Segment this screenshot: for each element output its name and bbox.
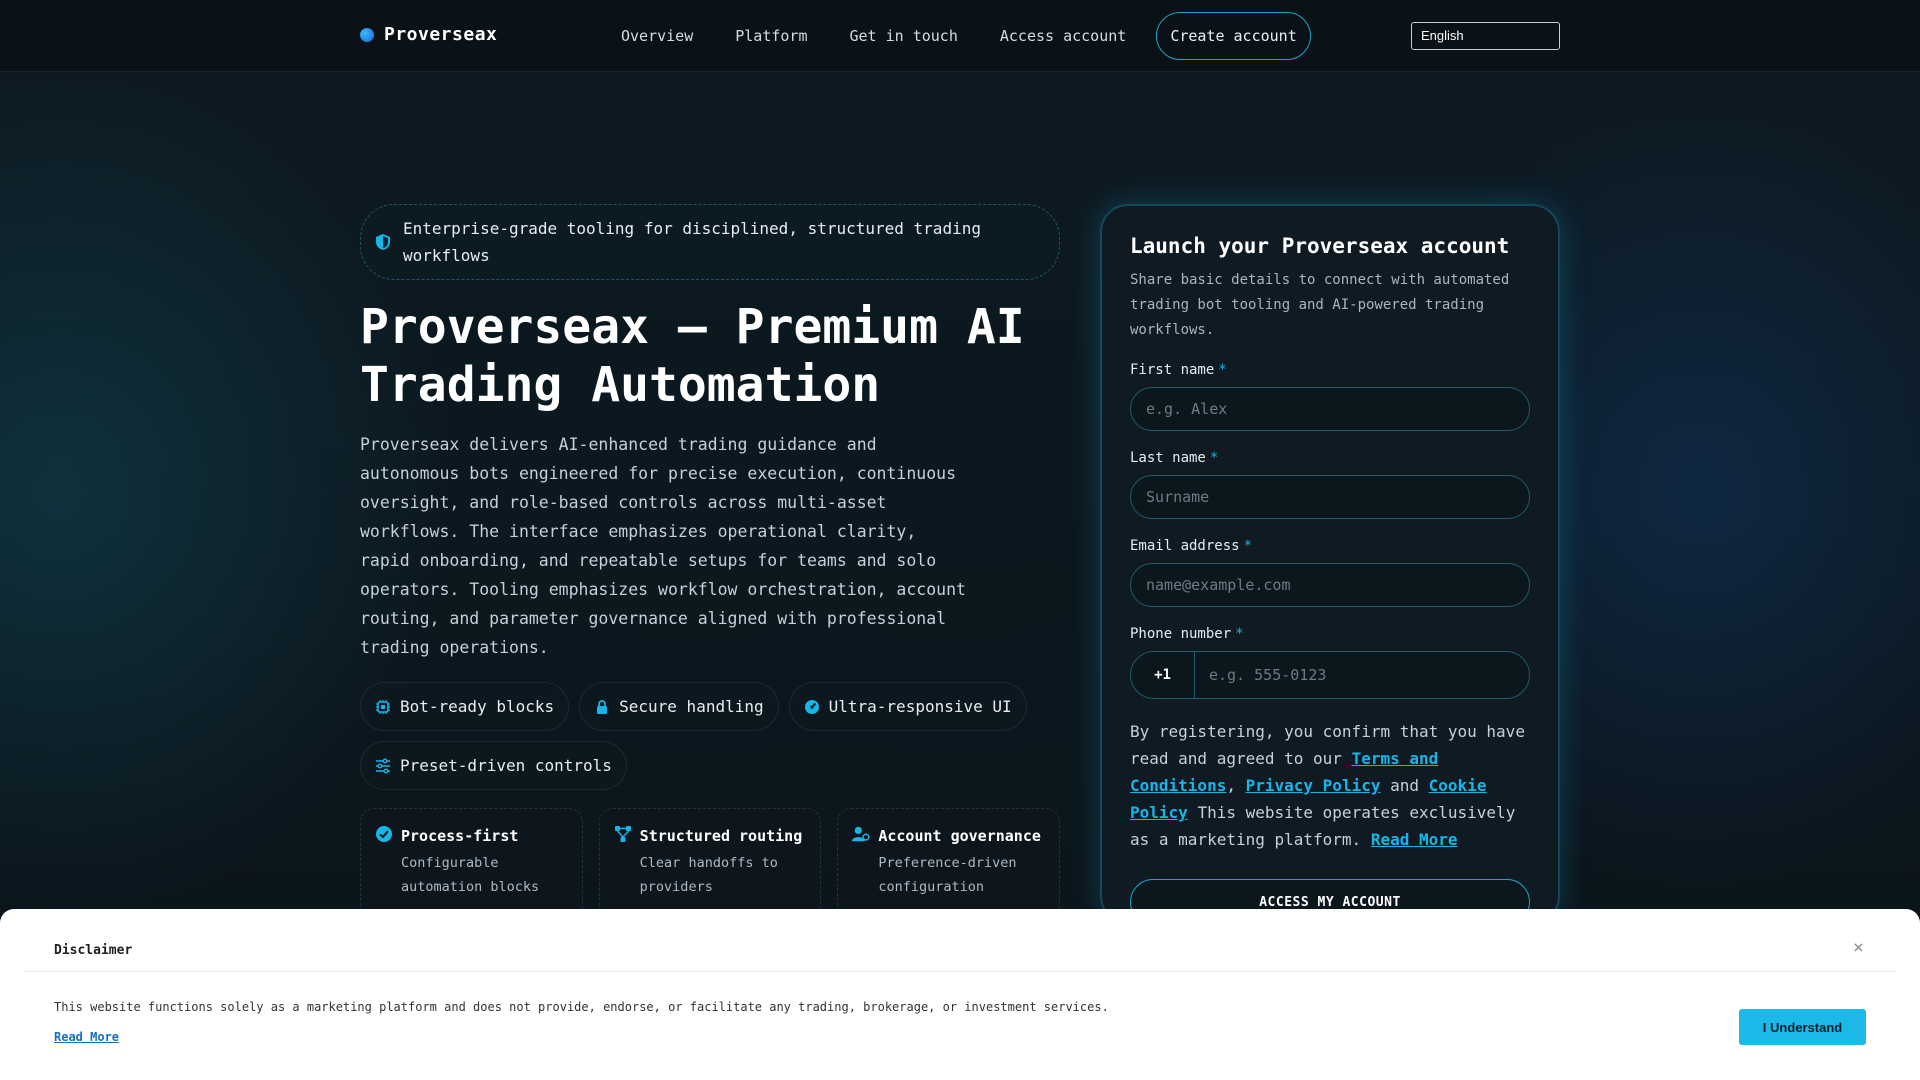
email-input[interactable] <box>1130 563 1530 607</box>
brand-dot-icon <box>360 27 374 42</box>
consent-prefix: By registering, you confirm that you hav… <box>1130 722 1525 768</box>
phone-input[interactable] <box>1195 652 1529 698</box>
feature-chips: Bot-ready blocks Secure handling Ultra-r… <box>360 682 1080 790</box>
disclaimer-read-more-link[interactable]: Read More <box>54 1030 119 1044</box>
consent-separator: , <box>1226 776 1236 795</box>
chip-label: Secure handling <box>619 697 764 716</box>
chip-cpu-icon <box>376 699 390 714</box>
signup-form-card: Launch your Proverseax account Share bas… <box>1100 204 1560 925</box>
field-label-text: Email address <box>1130 538 1240 554</box>
shield-icon <box>376 234 390 250</box>
chip-label: Ultra-responsive UI <box>828 697 1012 716</box>
nav-overview[interactable]: Overview <box>600 12 714 60</box>
tagline-text: Enterprise-grade tooling for disciplined… <box>403 219 981 265</box>
check-circle-icon <box>376 826 392 842</box>
i-understand-button[interactable]: I Understand <box>1739 1009 1866 1045</box>
create-account-button[interactable]: Create account <box>1156 12 1311 60</box>
card-title: Process-first <box>401 827 519 845</box>
brand-logo[interactable]: Proverseax <box>360 24 497 45</box>
lock-icon <box>597 699 608 714</box>
tagline-badge: Enterprise-grade tooling for disciplined… <box>360 204 1060 280</box>
language-select[interactable]: English <box>1411 22 1560 50</box>
card-desc: Configurable automation blocks <box>401 855 540 895</box>
read-more-link[interactable]: Read More <box>1371 830 1458 849</box>
card-title: Account governance <box>878 827 1041 845</box>
top-navbar: Proverseax Overview Platform Get in touc… <box>0 0 1920 72</box>
field-label-text: Phone number <box>1130 626 1232 642</box>
gauge-icon <box>804 699 819 714</box>
card-desc: Clear handoffs to providers <box>639 855 778 895</box>
sliders-icon <box>376 758 390 773</box>
nav-get-in-touch[interactable]: Get in touch <box>829 12 979 60</box>
form-title: Launch your Proverseax account <box>1130 234 1510 258</box>
chip-ultra-responsive: Ultra-responsive UI <box>788 682 1027 731</box>
chip-label: Bot-ready blocks <box>400 697 555 716</box>
disclaimer-text: This website functions solely as a marke… <box>54 1000 1109 1014</box>
last-name-input[interactable] <box>1130 475 1530 519</box>
disclaimer-title: Disclaimer <box>54 943 133 958</box>
main-nav: Overview Platform Get in touch Access ac… <box>600 12 1311 60</box>
nav-access-account[interactable]: Access account <box>979 12 1147 60</box>
required-mark: * <box>1243 538 1253 554</box>
routing-icon <box>614 826 631 842</box>
required-mark: * <box>1235 626 1244 642</box>
chip-preset-controls: Preset-driven controls <box>360 741 627 790</box>
email-label: Email address * <box>1130 538 1530 554</box>
hero-title-line2: Trading Automation <box>360 357 881 413</box>
hero-description: Proverseax delivers AI-enhanced trading … <box>360 435 966 657</box>
consent-text: By registering, you confirm that you hav… <box>1130 718 1530 853</box>
phone-country-code[interactable]: +1 <box>1131 652 1195 698</box>
hero-section: Enterprise-grade tooling for disciplined… <box>360 204 1061 948</box>
required-mark: * <box>1209 450 1219 466</box>
card-desc: Preference-driven configuration <box>878 855 1017 895</box>
consent-and: and <box>1390 776 1420 795</box>
chip-secure-handling: Secure handling <box>579 682 779 731</box>
first-name-label: First name * <box>1130 362 1530 378</box>
nav-platform[interactable]: Platform <box>714 12 828 60</box>
disclaimer-banner: Disclaimer × This website functions sole… <box>0 909 1920 1080</box>
phone-label: Phone number * <box>1130 626 1530 642</box>
first-name-input[interactable] <box>1130 387 1530 431</box>
user-gear-icon <box>852 826 870 842</box>
field-label-text: Last name <box>1130 450 1206 466</box>
phone-field: +1 <box>1130 651 1530 699</box>
close-icon[interactable]: × <box>1853 937 1864 958</box>
divider <box>24 971 1896 972</box>
brand-name: Proverseax <box>384 24 498 45</box>
privacy-link[interactable]: Privacy Policy <box>1246 776 1381 795</box>
hero-title-line1: Proverseax — Premium AI <box>360 299 1025 355</box>
field-label-text: First name <box>1130 362 1215 378</box>
card-title: Structured routing <box>639 827 803 845</box>
form-subtitle: Share basic details to connect with auto… <box>1130 272 1510 338</box>
hero-title: Proverseax — Premium AI Trading Automati… <box>360 298 1060 414</box>
required-mark: * <box>1218 362 1227 378</box>
last-name-label: Last name * <box>1130 450 1530 466</box>
chip-label: Preset-driven controls <box>400 756 612 775</box>
chip-bot-ready: Bot-ready blocks <box>360 682 570 731</box>
